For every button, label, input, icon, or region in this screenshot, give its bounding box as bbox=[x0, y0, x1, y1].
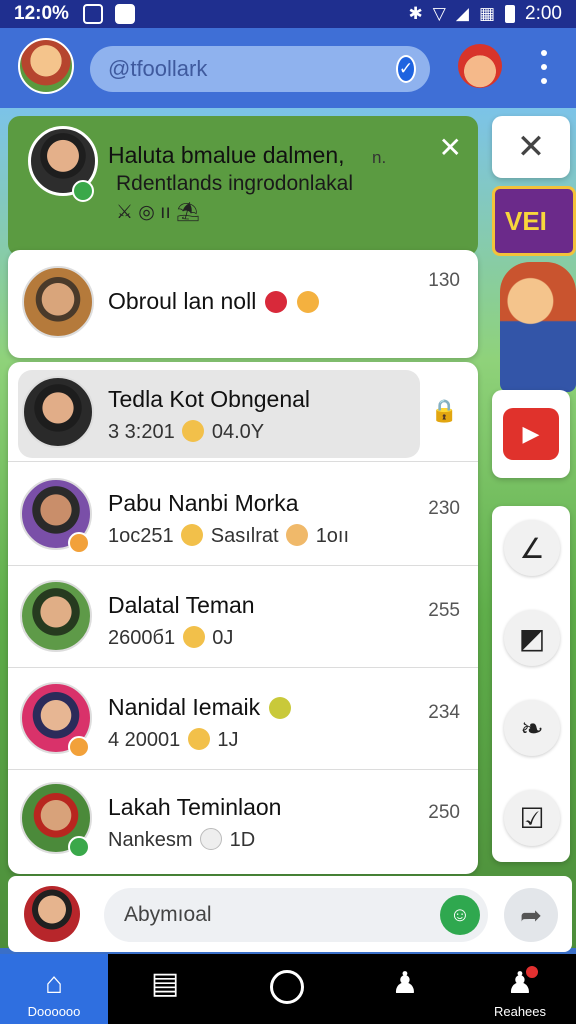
mascot-avatar[interactable] bbox=[458, 44, 502, 88]
heart-emoji-icon bbox=[264, 291, 287, 313]
people-icon: ♟ bbox=[506, 967, 534, 1000]
chat-name: Tedla Kot Obngenal bbox=[108, 386, 311, 412]
pinned-chat[interactable]: Obroul lan noll 130 bbox=[8, 250, 478, 358]
chat-name: Pabu Nanbi Morka bbox=[108, 490, 299, 516]
send-icon[interactable]: ➦ bbox=[504, 888, 558, 942]
book-icon: ▤ bbox=[150, 967, 180, 1000]
nav-home-label: Doooooo bbox=[27, 1004, 81, 1019]
home-icon: ⌂ bbox=[44, 967, 64, 1000]
chat-list: Tedla Kot Obngenal 3 3:201 04.0Y 🔒 Pabu … bbox=[8, 362, 478, 874]
list-item[interactable]: Pabu Nanbi Morka 1oc251 Sasılrat 1oıı 23… bbox=[8, 466, 478, 566]
smile-emoji-icon bbox=[286, 524, 309, 546]
add-emoji-icon bbox=[268, 697, 291, 719]
app-status-icon bbox=[114, 4, 135, 24]
status-right-time: 2:00 bbox=[525, 3, 562, 24]
online-badge-icon bbox=[72, 180, 94, 202]
chat-count: 255 bbox=[428, 600, 460, 621]
chat-name: Lakah Teminlaon bbox=[108, 794, 282, 820]
app-bar: ✓ bbox=[0, 28, 576, 108]
game-character bbox=[500, 262, 576, 392]
status-badge-icon bbox=[68, 532, 90, 554]
chat-preview: Nankesm 1D bbox=[108, 828, 256, 851]
chat-name: Dalatal Teman bbox=[108, 592, 255, 618]
close-icon[interactable]: ✕ bbox=[439, 134, 462, 162]
search-bar[interactable]: ✓ bbox=[90, 46, 430, 92]
crop-tool-icon[interactable]: ◩ bbox=[504, 610, 560, 666]
message-composer: ☺ ➦ bbox=[8, 876, 572, 952]
chat-count: 130 bbox=[428, 270, 460, 291]
online-badge-icon bbox=[68, 836, 90, 858]
my-avatar[interactable] bbox=[24, 886, 80, 942]
avatar bbox=[20, 580, 92, 652]
signal-icon: ◢ bbox=[455, 4, 469, 23]
avatar bbox=[22, 376, 94, 448]
grin-emoji-icon bbox=[182, 626, 205, 648]
nav-home[interactable]: ⌂ Doooooo bbox=[0, 954, 108, 1024]
grin-emoji-icon bbox=[182, 420, 205, 442]
message-field[interactable]: ☺ bbox=[104, 888, 488, 942]
chat-name: Obroul lan noll bbox=[108, 288, 321, 315]
list-item[interactable]: Tedla Kot Obngenal 3 3:201 04.0Y 🔒 bbox=[8, 362, 478, 462]
nav-reaches-label: Reahees bbox=[493, 1004, 547, 1019]
sticker-icon[interactable]: ☺ bbox=[440, 895, 480, 935]
grin-emoji-icon bbox=[187, 728, 210, 750]
list-item[interactable]: Lakah Teminlaon Nankesm 1D 250 bbox=[8, 770, 478, 870]
vibrate-icon: ▦ bbox=[478, 4, 496, 23]
notification-card[interactable]: Haluta bmalue dalmen, n. Rdentlands ingr… bbox=[8, 116, 478, 256]
status-bar: 12:0% ✱ ▽ ◢ ▦ 2:00 bbox=[0, 0, 576, 28]
smile-emoji-icon bbox=[297, 291, 320, 313]
chat-count: 230 bbox=[428, 498, 460, 519]
message-input[interactable] bbox=[124, 903, 440, 927]
effect-tool-icon[interactable]: ❧ bbox=[504, 700, 560, 756]
gallery-status-icon bbox=[82, 4, 103, 24]
bottom-nav: ⌂ Doooooo ▤ ♟ ♟ Reahees bbox=[0, 954, 576, 1024]
search-input[interactable] bbox=[108, 56, 396, 82]
list-item[interactable]: Dalatal Teman 2600б1 0J 255 bbox=[8, 568, 478, 668]
game-banner: VEI bbox=[492, 186, 576, 256]
chat-count: 234 bbox=[428, 702, 460, 723]
chat-preview: 1oc251 Sasılrat 1oıı bbox=[108, 524, 350, 547]
avatar bbox=[22, 266, 94, 338]
chat-preview: 2600б1 0J bbox=[108, 626, 234, 649]
draw-tool-icon[interactable]: ∠ bbox=[504, 520, 560, 576]
video-button[interactable]: ▶ bbox=[492, 390, 570, 478]
notification-extra: ⚔ ◎ ıı ⛱ bbox=[116, 202, 201, 223]
chat-preview: 3 3:201 04.0Y bbox=[108, 420, 265, 443]
profile-avatar[interactable] bbox=[18, 38, 74, 94]
home-circle-icon[interactable] bbox=[270, 970, 304, 1004]
wifi-icon: ▽ bbox=[432, 4, 446, 23]
grin-emoji-icon bbox=[181, 524, 204, 546]
battery-icon bbox=[505, 5, 516, 23]
nav-reaches[interactable]: ♟ Reahees bbox=[480, 954, 560, 1024]
notification-title: Haluta bmalue dalmen, bbox=[108, 142, 345, 168]
close-button[interactable]: ✕ bbox=[492, 116, 570, 178]
notification-meta: n. bbox=[372, 148, 387, 167]
status-time: 12:0% bbox=[14, 3, 69, 24]
notification-subtitle: Rdentlands ingrodonlakal bbox=[116, 172, 353, 195]
nav-book[interactable]: ▤ bbox=[140, 954, 190, 1024]
tool-rail: ∠ ◩ ❧ ☑ bbox=[492, 506, 570, 862]
edit-tool-icon[interactable]: ☑ bbox=[504, 790, 560, 846]
bluetooth-icon: ✱ bbox=[408, 4, 423, 23]
chat-count: 250 bbox=[428, 802, 460, 823]
nav-profile[interactable]: ♟ bbox=[380, 954, 430, 1024]
notification-pip-icon bbox=[524, 964, 540, 980]
more-options-icon[interactable] bbox=[534, 50, 554, 84]
profile-icon: ♟ bbox=[391, 967, 419, 1000]
status-right: ✱ ▽ ◢ ▦ 2:00 bbox=[409, 3, 562, 25]
chat-name: Nanidal Iemaik bbox=[108, 694, 293, 721]
lock-icon: 🔒 bbox=[430, 398, 458, 423]
verified-icon[interactable]: ✓ bbox=[396, 55, 416, 83]
blank-emoji-icon bbox=[200, 828, 223, 850]
chat-preview: 4 20001 1J bbox=[108, 728, 239, 751]
list-item[interactable]: Nanidal Iemaik 4 20001 1J 234 bbox=[8, 670, 478, 770]
video-icon: ▶ bbox=[503, 408, 559, 460]
status-badge-icon bbox=[68, 736, 90, 758]
